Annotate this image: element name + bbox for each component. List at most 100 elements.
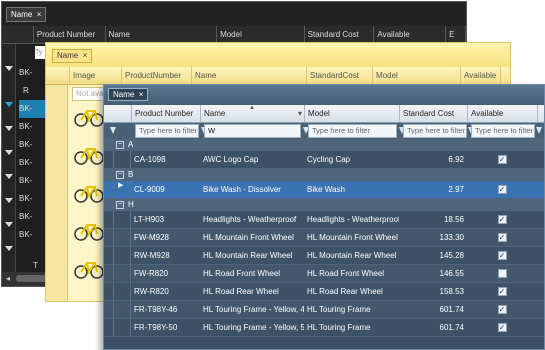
- table-row-selected[interactable]: ▶ CL-9009 Bike Wash - Dissolver Bike Was…: [104, 181, 544, 199]
- cell-product-number: FR-T98Y-50: [134, 323, 178, 332]
- column-header-model[interactable]: Model: [305, 105, 400, 122]
- available-checkbox[interactable]: ✓: [497, 287, 507, 297]
- list-item: BK-: [19, 100, 45, 118]
- chevron-down-icon[interactable]: [5, 246, 13, 251]
- column-header[interactable]: Model: [373, 67, 461, 84]
- standard-cost-filter-input[interactable]: Type here to filter: [403, 124, 467, 138]
- column-header[interactable]: StandardCost: [307, 67, 373, 84]
- available-checkbox[interactable]: ✓: [497, 251, 507, 261]
- table-row[interactable]: CA-1098 AWC Logo Cap Cycling Cap 6.92 ✓: [104, 151, 544, 169]
- cell-name: HL Touring Frame - Yellow, 50: [203, 323, 304, 332]
- collapse-icon[interactable]: −: [116, 141, 124, 149]
- header-spacer: [104, 105, 132, 122]
- column-header[interactable]: Model: [217, 26, 305, 43]
- cell-model: HL Touring Frame: [307, 305, 371, 314]
- cell-model: Headlights - Weatherproof: [307, 215, 399, 224]
- cell-available: ✓: [467, 301, 537, 318]
- collapse-icon[interactable]: −: [116, 201, 124, 209]
- sort-ascending-icon: ▲: [249, 105, 255, 111]
- cell-name: HL Touring Frame - Yellow, 46: [203, 305, 304, 314]
- cell-model: Cycling Cap: [307, 155, 351, 164]
- row-indicator: [104, 319, 114, 336]
- group-chip-label: Name: [11, 10, 33, 19]
- available-checkbox[interactable]: [497, 269, 507, 279]
- column-header-standard-cost[interactable]: Standard Cost: [400, 105, 468, 122]
- filter-icon[interactable]: ▾: [298, 105, 302, 122]
- name-filter-input[interactable]: W: [204, 124, 301, 138]
- chevron-down-icon[interactable]: [5, 66, 13, 71]
- column-header[interactable]: Available: [461, 67, 501, 84]
- available-filter-input[interactable]: Type here to filter: [471, 124, 535, 138]
- chevron-down-icon[interactable]: [5, 174, 13, 179]
- row-indicator: [114, 247, 131, 264]
- available-checkbox[interactable]: ✓: [497, 215, 507, 225]
- table-row[interactable]: FR-T98Y-50 HL Touring Frame - Yellow, 50…: [104, 319, 544, 337]
- group-chip-name[interactable]: Name ×: [52, 49, 93, 63]
- cell-available: ✓: [467, 181, 537, 198]
- list-item: BK-: [19, 230, 33, 239]
- column-header[interactable]: Standard Cost: [305, 26, 375, 43]
- group-row[interactable]: − B: [104, 169, 544, 181]
- column-header[interactable]: Available: [374, 26, 447, 43]
- cell-model: HL Touring Frame: [307, 323, 371, 332]
- group-row[interactable]: − H: [104, 199, 544, 211]
- cell-standard-cost: 133.30: [439, 233, 464, 242]
- bike-image: [74, 148, 104, 165]
- row-indicator: [104, 211, 114, 228]
- row-indicator: [104, 181, 114, 198]
- bike-image: [74, 224, 104, 241]
- table-row[interactable]: FR-T98Y-46 HL Touring Frame - Yellow, 46…: [104, 301, 544, 319]
- row-indicator: [114, 151, 131, 168]
- column-header-available[interactable]: Available: [468, 105, 538, 122]
- product-number-filter-input[interactable]: Type here to filter: [135, 124, 199, 138]
- group-row[interactable]: − A: [104, 139, 544, 151]
- cell-model: HL Road Front Wheel: [307, 269, 385, 278]
- table-row[interactable]: RW-M928 HL Mountain Rear Wheel HL Mounta…: [104, 247, 544, 265]
- row-indicator: [114, 319, 131, 336]
- column-header-name[interactable]: Name ▲ ▾: [201, 105, 305, 122]
- table-row[interactable]: FW-R820 HL Road Front Wheel HL Road Fron…: [104, 265, 544, 283]
- available-checkbox[interactable]: ✓: [497, 305, 507, 315]
- chevron-down-icon[interactable]: [5, 222, 13, 227]
- grid-body: − A CA-1098 AWC Logo Cap Cycling Cap 6.9…: [104, 139, 544, 337]
- column-header[interactable]: Name: [192, 67, 307, 84]
- group-chip-name[interactable]: Name ×: [6, 7, 47, 22]
- available-checkbox[interactable]: ✓: [497, 233, 507, 243]
- collapse-icon[interactable]: −: [116, 171, 124, 179]
- column-header[interactable]: Image: [70, 67, 122, 84]
- column-header[interactable]: Product Number: [34, 26, 106, 43]
- close-icon[interactable]: ×: [81, 51, 88, 60]
- bike-image: [74, 186, 104, 203]
- list-item: BK-: [19, 68, 33, 77]
- chevron-down-icon[interactable]: [5, 126, 13, 131]
- filter-input[interactable]: Ty: [35, 46, 45, 59]
- cell-available: ✓: [467, 247, 537, 264]
- chevron-down-icon[interactable]: [5, 198, 13, 203]
- available-checkbox[interactable]: ✓: [497, 323, 507, 333]
- chevron-left-icon[interactable]: ◂: [6, 274, 10, 283]
- group-chip-label: Name: [57, 51, 79, 60]
- available-checkbox[interactable]: ✓: [497, 155, 507, 165]
- column-header[interactable]: ProductNumber: [122, 67, 192, 84]
- table-row[interactable]: RW-R820 HL Road Rear Wheel HL Road Rear …: [104, 283, 544, 301]
- cell-available: ✓: [467, 229, 537, 246]
- column-header-product-number[interactable]: Product Number: [132, 105, 201, 122]
- filter-icon[interactable]: [536, 127, 542, 134]
- column-header-row: Product Number Name ▲ ▾ Model Standard C…: [104, 105, 544, 123]
- table-row[interactable]: LT-H903 Headlights - Weatherproof Headli…: [104, 211, 544, 229]
- group-chip-name[interactable]: Name ×: [108, 88, 149, 101]
- close-icon[interactable]: ×: [137, 90, 144, 99]
- table-row[interactable]: FW-M928 HL Mountain Front Wheel HL Mount…: [104, 229, 544, 247]
- chevron-down-icon[interactable]: [5, 102, 13, 107]
- list-item: BK-: [19, 122, 33, 131]
- blue-grid-window: Name × Product Number Name ▲ ▾ Model Sta…: [103, 84, 545, 350]
- column-header[interactable]: E: [446, 26, 466, 43]
- model-filter-input[interactable]: Type here to filter: [308, 124, 397, 138]
- available-checkbox[interactable]: ✓: [497, 185, 507, 195]
- close-icon[interactable]: ×: [35, 10, 42, 19]
- row-indicator: ▶: [114, 181, 131, 198]
- column-header[interactable]: Name: [106, 26, 218, 43]
- list-item: BK-: [19, 158, 33, 167]
- chevron-down-icon[interactable]: [5, 150, 13, 155]
- cell-available: ✓: [467, 319, 537, 336]
